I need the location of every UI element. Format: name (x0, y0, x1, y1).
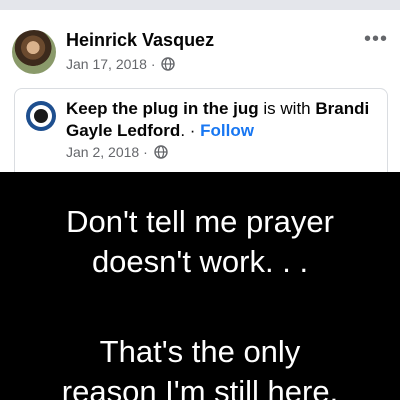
shared-post-date[interactable]: Jan 2, 2018 (66, 144, 139, 160)
more-options-icon[interactable]: ••• (364, 28, 388, 51)
quote-line-1: Don't tell me prayer (66, 204, 334, 239)
globe-icon (153, 145, 168, 162)
author-name[interactable]: Heinrick Vasquez (66, 30, 214, 51)
page-name-link[interactable]: Keep the plug in the jug (66, 99, 259, 118)
post-meta: Jan 17, 2018 · (66, 56, 176, 74)
page-avatar[interactable] (26, 101, 56, 131)
follow-button[interactable]: Follow (200, 121, 254, 140)
top-divider (0, 0, 400, 10)
follow-separator: · (185, 121, 201, 140)
meta-dot: · (150, 56, 156, 72)
author-avatar[interactable] (12, 30, 56, 74)
post-date[interactable]: Jan 17, 2018 (66, 56, 147, 72)
shared-post-title: Keep the plug in the jug is with Brandi … (66, 98, 386, 142)
page-avatar-ring (30, 105, 52, 127)
page-avatar-core (34, 109, 48, 123)
globe-icon (161, 57, 176, 74)
quote-line-4: reason I'm still here. (61, 374, 339, 409)
shared-meta-dot: · (143, 144, 148, 160)
quote-line-2: doesn't work. . . (91, 244, 309, 279)
shared-post-meta: Jan 2, 2018 · (66, 144, 168, 162)
quote-line-3: That's the only (99, 334, 301, 369)
is-with-text: is with (258, 99, 316, 118)
